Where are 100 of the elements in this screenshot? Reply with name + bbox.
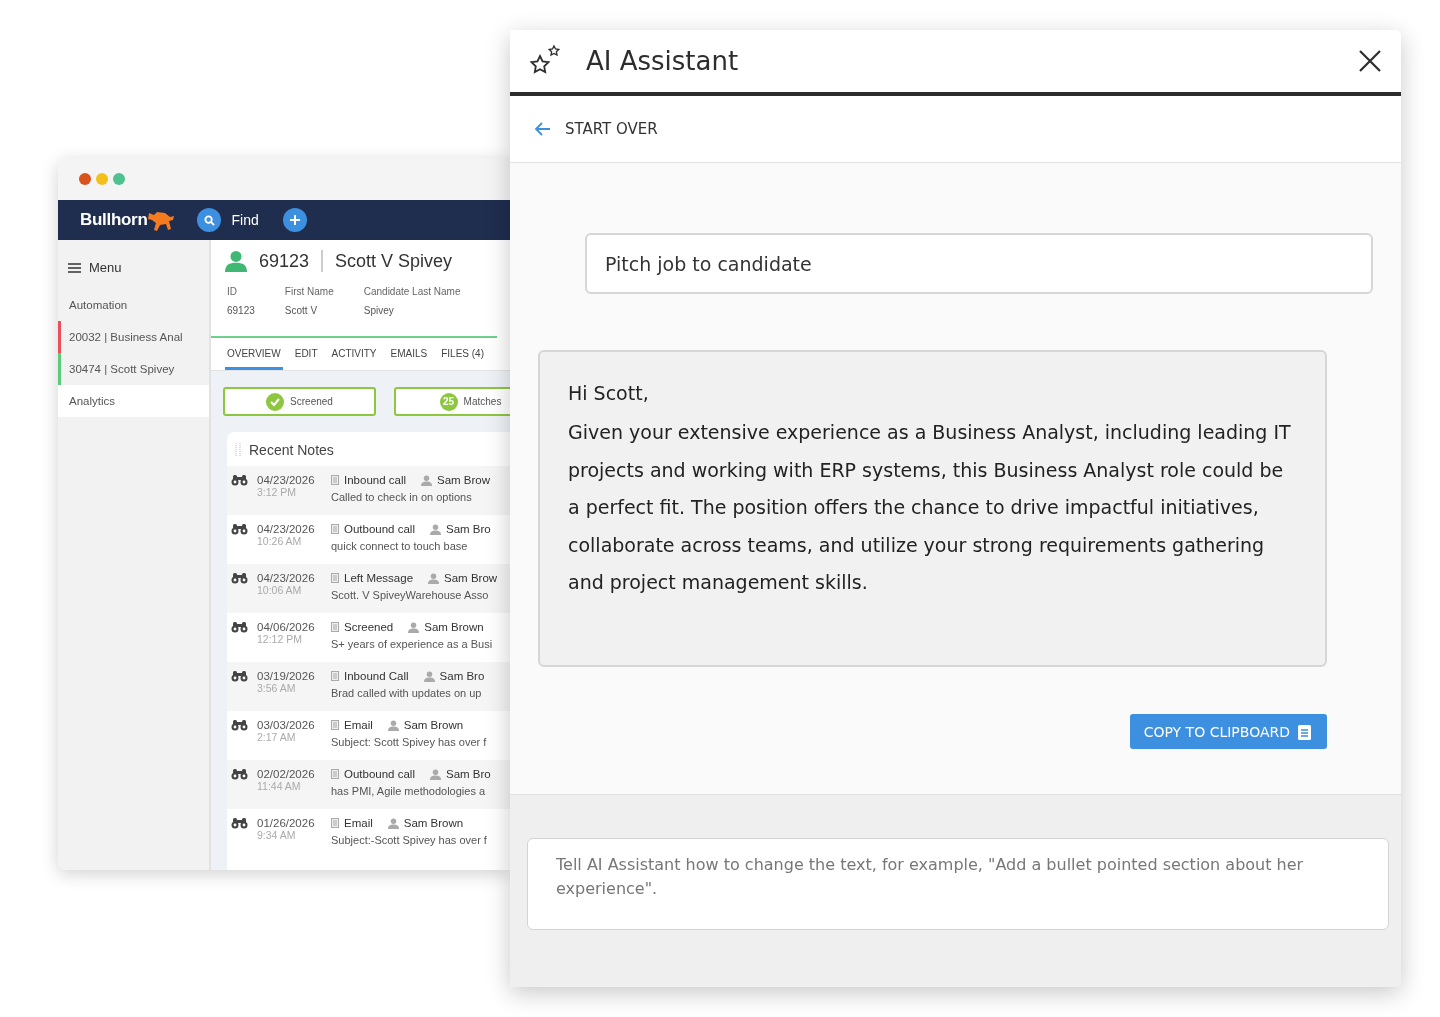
person-icon [429, 768, 441, 780]
binoculars-icon [231, 474, 248, 486]
note-type: Email [344, 719, 373, 731]
document-icon [331, 671, 339, 681]
document-icon [331, 573, 339, 583]
person-icon [225, 250, 247, 272]
person-icon [428, 572, 440, 584]
note-text: quick connect to touch base [331, 540, 469, 552]
note-time: 10:06 AM [257, 584, 303, 596]
maximize-dot-icon[interactable] [113, 173, 125, 185]
note-author: Sam Bro [445, 768, 491, 780]
note-author: Sam Brown [403, 817, 464, 829]
note-date: 03/03/2026 [257, 719, 316, 731]
note-time: 9:34 AM [257, 829, 297, 841]
message-greeting: Hi Scott, [568, 382, 650, 404]
note-text: S+ years of experience as a Busi [331, 638, 494, 650]
note-date: 01/26/2026 [257, 817, 316, 829]
note-type: Screened [344, 621, 394, 633]
person-icon [408, 621, 420, 633]
note-text: has PMI, Agile methodologies a [331, 785, 487, 797]
start-over-button[interactable]: START OVER [528, 119, 664, 139]
note-author: Sam Brown [403, 719, 464, 731]
menu-icon [68, 262, 81, 273]
plus-icon [288, 214, 301, 226]
note-text: Subject:-Scott Spivey has over f [331, 834, 488, 846]
note-text: Brad called with updates on up [331, 687, 483, 699]
prompt-field[interactable]: Pitch job to candidate [585, 233, 1373, 294]
note-row[interactable]: 02/02/2026 11:44 AM Outbound call Sam Bro has PMI, Agile methodologies a [227, 760, 510, 809]
binoculars-icon [231, 719, 248, 731]
note-date: 04/23/2026 [257, 523, 316, 535]
note-author: Sam Brow [437, 474, 491, 486]
field-label: Candidate Last Name [363, 286, 461, 297]
note-time: 10:26 AM [257, 535, 303, 547]
document-icon [331, 622, 339, 632]
person-icon [421, 474, 433, 486]
status-step[interactable]: Screened [223, 387, 376, 416]
add-button[interactable] [282, 208, 307, 232]
person-icon [429, 523, 441, 535]
close-button[interactable] [1359, 50, 1381, 72]
note-row[interactable]: 04/23/2026 10:06 AM Left Message Sam Brow Scott. V SpiveyWarehouse Asso [227, 564, 510, 613]
binoculars-icon [231, 523, 248, 535]
person-icon [423, 670, 435, 682]
note-type: Outbound call [344, 523, 415, 535]
note-type: Left Message [344, 572, 414, 584]
back-arrow-icon [534, 122, 551, 136]
note-time: 2:17 AM [257, 731, 297, 743]
check-icon [266, 392, 285, 411]
note-type: Inbound Call [344, 670, 409, 682]
binoculars-icon [231, 621, 248, 633]
tab[interactable]: FILES (4) [439, 346, 486, 370]
note-author: Sam Brow [444, 572, 498, 584]
binoculars-icon [231, 817, 248, 829]
person-icon [387, 719, 399, 731]
note-author: Sam Bro [439, 670, 485, 682]
tab[interactable]: EMAILS [388, 346, 430, 370]
status-step[interactable]: 25 Matches [394, 387, 510, 416]
document-icon [331, 818, 339, 828]
tab[interactable]: EDIT [292, 346, 320, 370]
note-row[interactable]: 04/23/2026 3:12 PM Inbound call Sam Brow Called to check in on options [227, 466, 510, 515]
note-date: 02/02/2026 [257, 768, 316, 780]
sidebar-item[interactable]: Analytics [58, 385, 209, 417]
note-author: Sam Brown [424, 621, 484, 633]
note-row[interactable]: 03/19/2026 3:56 AM Inbound Call Sam Bro Brad called with updates on up [227, 662, 510, 711]
note-text: Subject: Scott Spivey has over f [331, 736, 488, 748]
field-label: First Name [284, 286, 334, 297]
menu-button[interactable]: Menu [58, 256, 209, 289]
document-icon [331, 524, 339, 534]
message-body: Given your extensive experience as a Business Analyst, including leading IT projects and working with ERP systems, this Business Analyst role could be a perfect fit. The position offers the chance to drive impactful initiatives, collaborate across teams, and utilize your strong requirements gathering and project management skills. [568, 420, 1292, 595]
binoculars-icon [231, 670, 248, 682]
note-date: 04/06/2026 [257, 621, 316, 633]
binoculars-icon [231, 768, 248, 780]
person-icon [387, 817, 399, 829]
close-dot-icon[interactable] [79, 173, 91, 185]
document-icon [331, 475, 339, 485]
note-text: Scott. V SpiveyWarehouse Asso [331, 589, 490, 601]
find-label[interactable]: Find [231, 212, 259, 228]
note-time: 12:12 PM [257, 633, 303, 645]
field-value: Scott V [284, 305, 319, 316]
count-badge: 25 [439, 392, 458, 411]
document-icon [331, 769, 339, 779]
record-id: 69123 [259, 250, 310, 272]
clipboard-icon [1298, 723, 1311, 740]
note-type: Outbound call [344, 768, 415, 780]
note-time: 11:44 AM [257, 780, 302, 792]
field-label: ID [227, 286, 238, 297]
step-label: Screened [290, 396, 333, 407]
brand-logo[interactable]: Bullhorn [80, 210, 148, 230]
field-value: 69123 [227, 305, 255, 316]
note-date: 04/23/2026 [257, 474, 316, 486]
note-type: Inbound call [344, 474, 407, 486]
note-text: Called to check in on options [331, 491, 473, 503]
search-icon [204, 214, 215, 226]
note-author: Sam Bro [445, 523, 491, 535]
panel-title: AI Assistant [586, 46, 740, 76]
minimize-dot-icon[interactable] [96, 173, 108, 185]
sidebar-item[interactable]: 20032 | Business Anal [58, 321, 209, 353]
search-button[interactable] [197, 208, 222, 232]
sidebar-item[interactable]: Automation [58, 289, 209, 321]
instruction-field[interactable]: Tell AI Assistant how to change the text, for example, "Add a bullet pointed section about her experience". [527, 838, 1389, 930]
tab[interactable]: ACTIVITY [329, 346, 379, 370]
